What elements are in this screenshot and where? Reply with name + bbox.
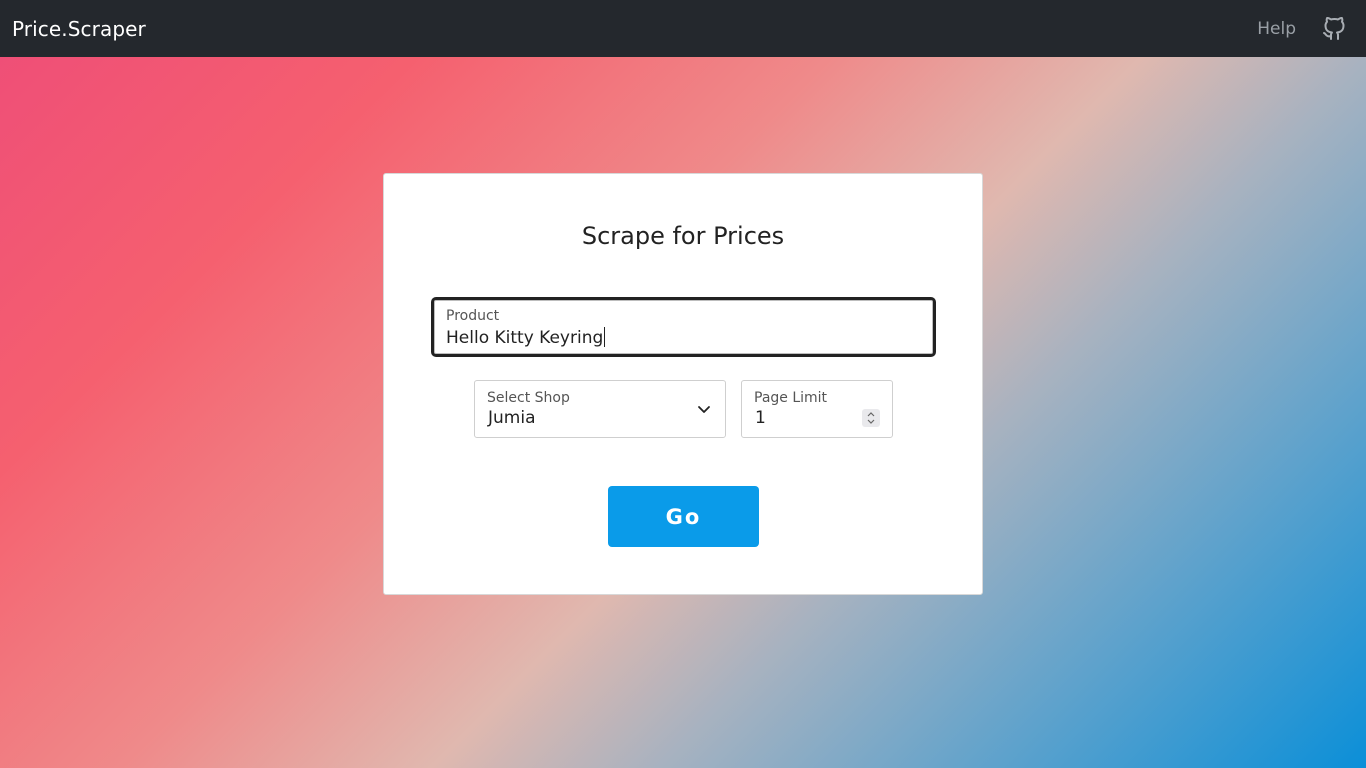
product-value: Hello Kitty Keyring	[446, 327, 606, 348]
top-navbar: Price.Scraper Help	[0, 0, 1366, 57]
number-spinner[interactable]	[862, 409, 880, 427]
page-limit-label: Page Limit	[754, 390, 828, 406]
nav-right: Help	[1257, 16, 1346, 41]
form-title: Scrape for Prices	[581, 222, 785, 250]
product-value-text: Hello Kitty Keyring	[446, 328, 604, 348]
shop-select[interactable]: Select Shop Jumia	[474, 380, 726, 438]
brand-title[interactable]: Price.Scraper	[12, 17, 146, 41]
help-link[interactable]: Help	[1257, 19, 1296, 39]
spinner-up-icon[interactable]	[867, 412, 875, 417]
chevron-down-icon	[698, 406, 710, 413]
page-limit-input[interactable]: Page Limit 1	[741, 380, 893, 438]
scrape-form-card: Scrape for Prices Product Hello Kitty Ke…	[383, 173, 983, 595]
shop-value: Jumia	[488, 408, 536, 428]
product-input[interactable]: Product Hello Kitty Keyring	[431, 297, 936, 357]
spinner-down-icon[interactable]	[867, 419, 875, 424]
github-icon[interactable]	[1322, 16, 1346, 41]
product-label: Product	[446, 308, 500, 324]
page-limit-value: 1	[755, 408, 766, 428]
text-caret	[604, 327, 606, 347]
shop-label: Select Shop	[487, 390, 570, 406]
go-button[interactable]: Go	[608, 486, 759, 547]
